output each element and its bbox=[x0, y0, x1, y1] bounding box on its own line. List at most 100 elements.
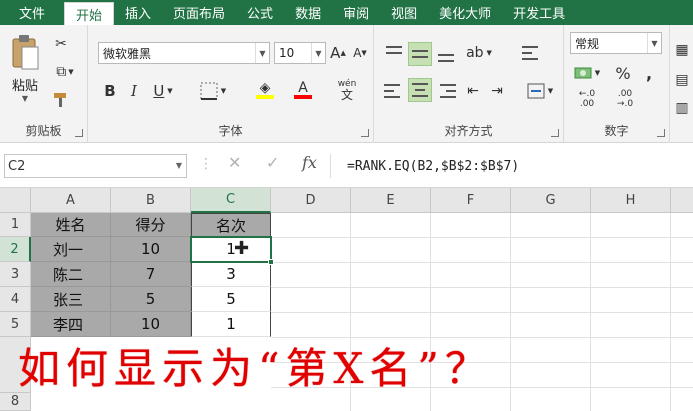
merge-center-icon[interactable]: ▼ bbox=[522, 80, 558, 102]
table-row-name[interactable]: 张三 bbox=[31, 287, 111, 312]
tab-page-layout[interactable]: 页面布局 bbox=[162, 0, 236, 25]
format-painter-icon[interactable] bbox=[50, 89, 72, 111]
column-header-partial[interactable] bbox=[671, 188, 693, 213]
table-row-rank[interactable]: 5 bbox=[191, 287, 271, 312]
table-row-score[interactable]: 5 bbox=[111, 287, 191, 312]
row-header-1[interactable]: 1 bbox=[0, 213, 31, 237]
font-launcher-icon[interactable] bbox=[361, 129, 369, 137]
chevron-down-icon: ▼ bbox=[311, 43, 325, 63]
tab-view[interactable]: 视图 bbox=[380, 0, 428, 25]
row-header-2[interactable]: 2 bbox=[0, 237, 31, 262]
align-top-icon[interactable] bbox=[384, 42, 404, 64]
column-header-b[interactable]: B bbox=[111, 188, 191, 213]
orientation-icon[interactable]: ab ▼ bbox=[462, 42, 496, 64]
table-row-name[interactable]: 李四 bbox=[31, 312, 111, 337]
accounting-format-icon[interactable]: ▼ bbox=[570, 62, 604, 84]
comma-style-button[interactable]: , bbox=[638, 62, 660, 84]
font-group-label: 字体 bbox=[218, 124, 243, 138]
paste-icon bbox=[12, 35, 39, 70]
align-right-icon[interactable] bbox=[436, 80, 456, 102]
tab-review[interactable]: 审阅 bbox=[332, 0, 380, 25]
table-row-name[interactable]: 陈二 bbox=[31, 262, 111, 287]
fill-handle[interactable] bbox=[268, 259, 274, 265]
tab-formulas[interactable]: 公式 bbox=[236, 0, 284, 25]
tab-beautify-master[interactable]: 美化大师 bbox=[428, 0, 502, 25]
decrease-indent-icon[interactable]: ⇤ bbox=[462, 80, 484, 102]
active-cell-outline bbox=[190, 236, 272, 263]
grow-font-icon[interactable]: A ▲ bbox=[328, 42, 348, 64]
row-header-3[interactable]: 3 bbox=[0, 262, 31, 287]
fill-color-icon[interactable]: ◈ bbox=[248, 77, 282, 103]
column-header-c[interactable]: C bbox=[191, 188, 271, 213]
format-table-icon[interactable]: ▤ bbox=[672, 69, 692, 91]
wrap-text-icon[interactable] bbox=[522, 42, 544, 64]
font-group: 微软雅黑 ▼ 10 ▼ A ▲ A ▼ B I U ▼ ▼ ◈ A wén 文 … bbox=[88, 25, 374, 143]
column-header-d[interactable]: D bbox=[271, 188, 351, 213]
cancel-icon[interactable]: ✕ bbox=[228, 153, 241, 172]
tab-insert[interactable]: 插入 bbox=[114, 0, 162, 25]
table-row-score[interactable]: 10 bbox=[111, 237, 191, 262]
tab-data[interactable]: 数据 bbox=[284, 0, 332, 25]
chevron-down-icon: ▼ bbox=[647, 33, 661, 53]
insert-function-button[interactable]: fx bbox=[302, 153, 317, 172]
underline-button[interactable]: U ▼ bbox=[148, 80, 178, 102]
decrease-decimal-icon[interactable]: .00 →.0 bbox=[608, 87, 642, 111]
clipboard-launcher-icon[interactable] bbox=[75, 129, 83, 137]
confirm-icon[interactable]: ✓ bbox=[266, 153, 279, 172]
table-row-rank[interactable]: 1 bbox=[191, 312, 271, 337]
number-format-select[interactable]: 常规 ▼ bbox=[570, 32, 662, 54]
ribbon-tabs: 文件 开始 插入 页面布局 公式 数据 审阅 视图 美化大师 开发工具 bbox=[0, 0, 693, 25]
conditional-format-icon[interactable]: ▦ bbox=[672, 39, 692, 61]
excel-window: 文件 开始 插入 页面布局 公式 数据 审阅 视图 美化大师 开发工具 粘贴 ▼… bbox=[0, 0, 693, 411]
column-header-e[interactable]: E bbox=[351, 188, 431, 213]
row-header-4[interactable]: 4 bbox=[0, 287, 31, 312]
increase-indent-icon[interactable]: ⇥ bbox=[486, 80, 508, 102]
align-left-icon[interactable] bbox=[384, 80, 404, 102]
table-row-score[interactable]: 10 bbox=[111, 312, 191, 337]
paste-dropdown-icon[interactable]: ▼ bbox=[22, 94, 28, 103]
column-header-a[interactable]: A bbox=[31, 188, 111, 213]
formula-bar: C2 ▼ ⋮ ✕ ✓ fx =RANK.EQ(B2,$B$2:$B$7) bbox=[0, 144, 693, 188]
paste-label: 粘贴 bbox=[11, 79, 38, 94]
percent-style-button[interactable]: % bbox=[612, 62, 634, 84]
cell-styles-icon[interactable]: ▥ bbox=[672, 97, 692, 119]
align-center-icon[interactable] bbox=[408, 78, 432, 102]
number-group-label: 数字 bbox=[604, 124, 629, 138]
table-row-rank[interactable]: 3 bbox=[191, 262, 271, 287]
italic-button[interactable]: I bbox=[124, 80, 144, 102]
tab-home[interactable]: 开始 bbox=[64, 2, 115, 25]
font-color-icon[interactable]: A bbox=[286, 77, 320, 103]
paste-button[interactable]: 粘贴 ▼ bbox=[6, 33, 44, 103]
tab-file[interactable]: 文件 bbox=[0, 0, 64, 25]
shrink-font-icon[interactable]: A ▼ bbox=[350, 42, 370, 64]
table-row-score[interactable]: 7 bbox=[111, 262, 191, 287]
alignment-launcher-icon[interactable] bbox=[551, 129, 559, 137]
table-row-name[interactable]: 刘一 bbox=[31, 237, 111, 262]
formula-bar-grip-icon: ⋮ bbox=[199, 156, 213, 172]
column-header-h[interactable]: H bbox=[591, 188, 671, 213]
alignment-group: ab ▼ ⇤ ⇥ ▼ 对齐方式 bbox=[374, 25, 564, 143]
number-launcher-icon[interactable] bbox=[657, 129, 665, 137]
header-cell-name[interactable]: 姓名 bbox=[31, 213, 111, 237]
fill-color-swatch bbox=[256, 95, 274, 99]
borders-icon[interactable]: ▼ bbox=[196, 80, 230, 102]
chevron-down-icon: ▼ bbox=[255, 43, 269, 63]
row-header-5[interactable]: 5 bbox=[0, 312, 31, 337]
font-size-select[interactable]: 10 ▼ bbox=[274, 42, 326, 64]
increase-decimal-icon[interactable]: ←.0.00 bbox=[570, 87, 604, 111]
font-name-select[interactable]: 微软雅黑 ▼ bbox=[98, 42, 270, 64]
tab-developer[interactable]: 开发工具 bbox=[502, 0, 576, 25]
bold-button[interactable]: B bbox=[100, 80, 120, 102]
align-bottom-icon[interactable] bbox=[436, 42, 456, 64]
cut-icon[interactable]: ✂ bbox=[50, 33, 72, 55]
select-all-button[interactable] bbox=[0, 188, 31, 213]
header-cell-rank[interactable]: 名次 bbox=[191, 213, 271, 237]
copy-icon[interactable]: ⧉ ▼ bbox=[50, 61, 80, 83]
column-header-g[interactable]: G bbox=[511, 188, 591, 213]
phonetic-guide-icon[interactable]: wén 文 bbox=[330, 75, 364, 105]
column-header-f[interactable]: F bbox=[431, 188, 511, 213]
align-middle-icon[interactable] bbox=[408, 42, 432, 66]
header-cell-score[interactable]: 得分 bbox=[111, 213, 191, 237]
formula-input[interactable]: =RANK.EQ(B2,$B$2:$B$7) bbox=[330, 154, 690, 178]
name-box[interactable]: C2 ▼ bbox=[4, 154, 187, 178]
